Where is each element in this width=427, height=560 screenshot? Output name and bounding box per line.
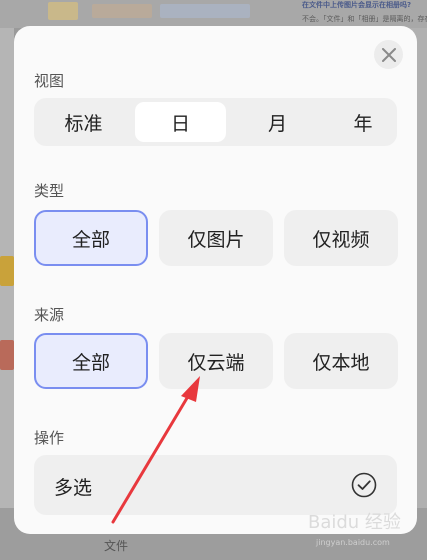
view-option-day[interactable]: 日 bbox=[135, 102, 226, 142]
background-headline: 在文件中上传图片会显示在相册吗? bbox=[302, 1, 412, 9]
view-option-standard[interactable]: 标准 bbox=[38, 102, 129, 142]
check-circle-icon bbox=[351, 472, 377, 498]
background-thumbnail bbox=[160, 4, 250, 18]
background-thumbnail bbox=[92, 4, 152, 18]
background-thumbnail bbox=[0, 256, 14, 286]
multi-select-label: 多选 bbox=[54, 477, 93, 499]
type-option-videos-only[interactable]: 仅视频 bbox=[284, 210, 398, 266]
watermark-url: jingyan.baidu.com bbox=[316, 538, 390, 547]
type-option-all[interactable]: 全部 bbox=[34, 210, 148, 266]
source-section-title: 来源 bbox=[34, 306, 65, 324]
type-section-title: 类型 bbox=[34, 182, 65, 200]
source-option-all[interactable]: 全部 bbox=[34, 333, 148, 389]
type-option-images-only[interactable]: 仅图片 bbox=[159, 210, 273, 266]
multi-select-row[interactable]: 多选 bbox=[34, 455, 397, 515]
close-button[interactable] bbox=[374, 40, 403, 69]
background-thumbnail bbox=[0, 340, 14, 370]
operation-section-title: 操作 bbox=[34, 429, 65, 447]
watermark-brand: Baidu 经验 bbox=[308, 512, 401, 533]
view-section-title: 视图 bbox=[34, 72, 65, 90]
background-bottom-label: 文件 bbox=[104, 539, 129, 553]
view-option-year[interactable]: 年 bbox=[319, 102, 407, 142]
source-option-cloud-only[interactable]: 仅云端 bbox=[159, 333, 273, 389]
view-option-month[interactable]: 月 bbox=[232, 102, 323, 142]
background-thumbnail bbox=[48, 2, 78, 20]
source-option-local-only[interactable]: 仅本地 bbox=[284, 333, 398, 389]
background-snippet: 不会。「文件」和「相册」是隔离的，存在 bbox=[302, 15, 427, 23]
close-icon bbox=[381, 47, 396, 62]
view-segmented-control: 标准 日 月 年 bbox=[34, 98, 397, 146]
